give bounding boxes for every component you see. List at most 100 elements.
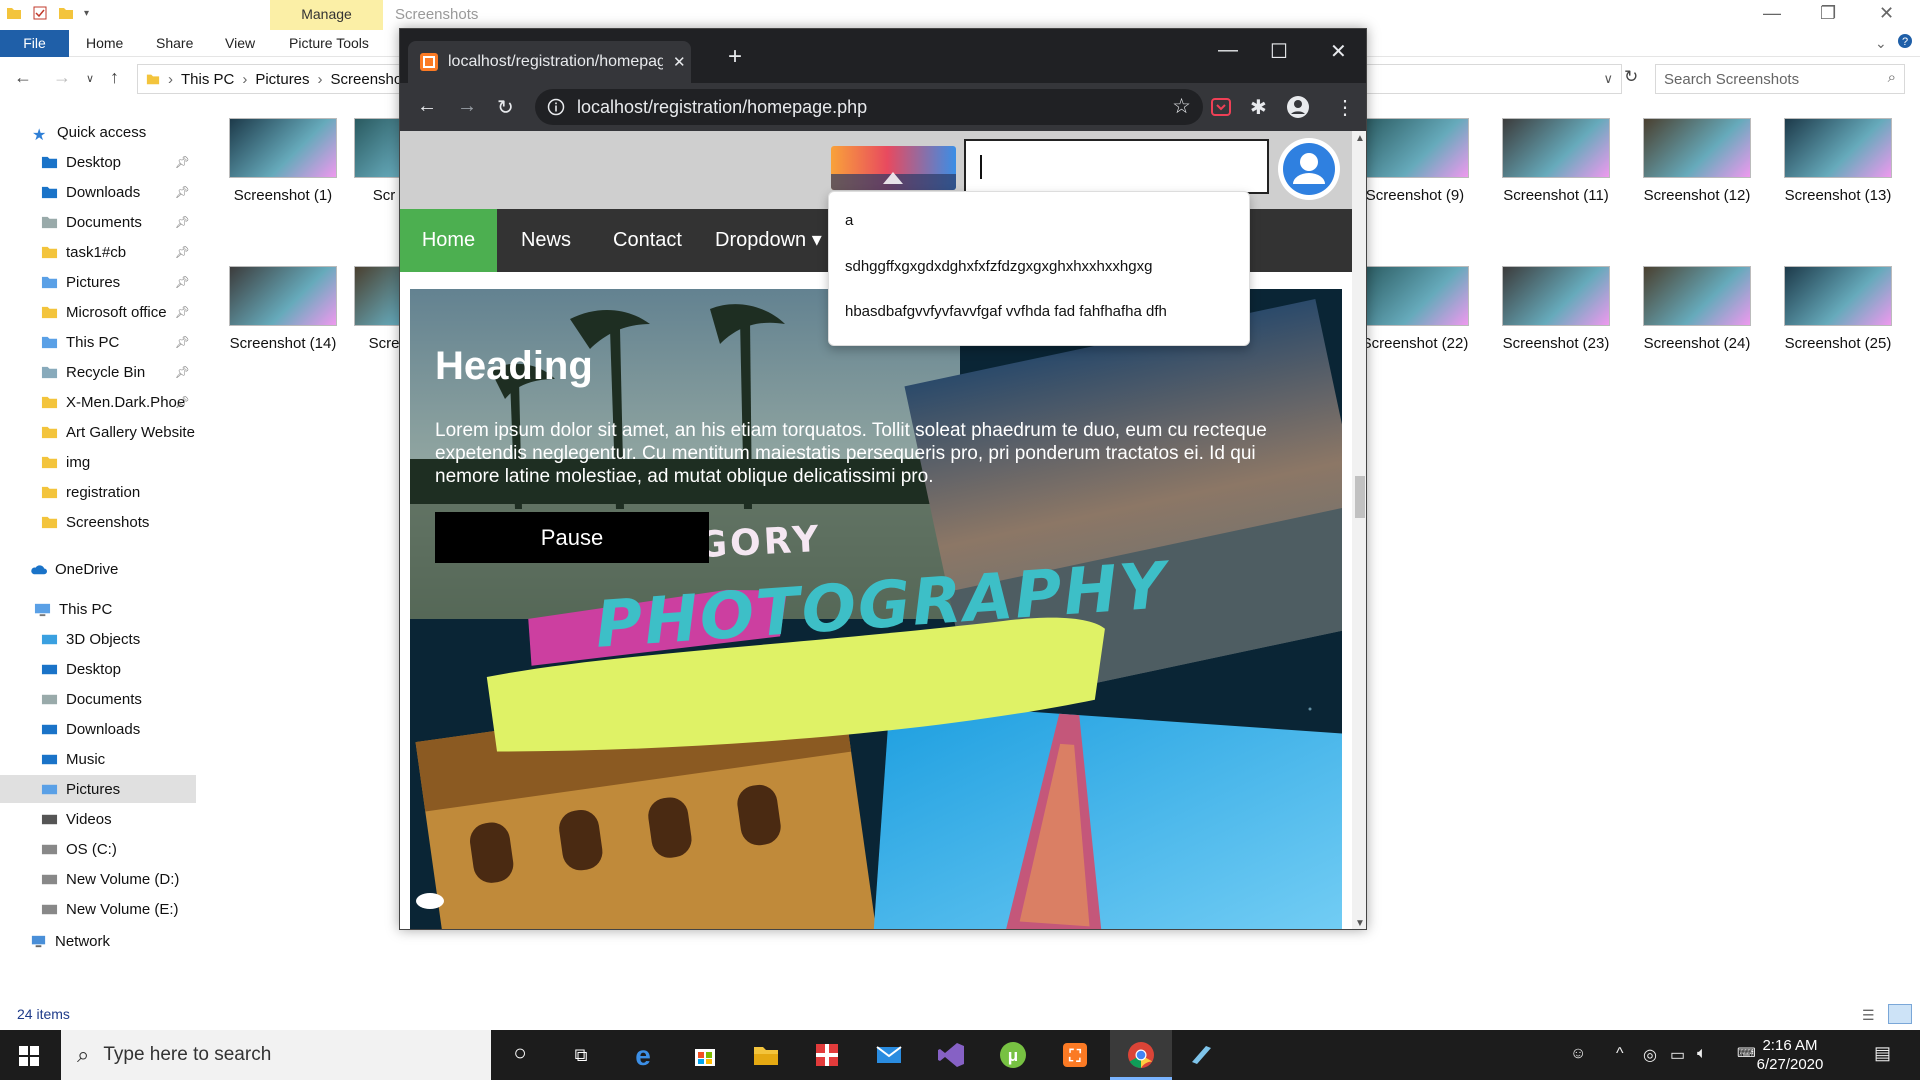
scroll-down-icon[interactable]: ▼ [1355, 918, 1365, 929]
sidebar-item[interactable]: Documents [0, 685, 196, 713]
breadcrumb-screenshots[interactable]: Screensho [331, 71, 403, 88]
sidebar-item[interactable]: Desktop 📌︎ [0, 148, 196, 176]
extensions-puzzle-icon[interactable]: ✱ [1250, 95, 1267, 120]
info-icon[interactable] [547, 98, 565, 116]
sidebar-item[interactable]: Art Gallery Website [0, 418, 196, 446]
sidebar-item[interactable]: New Volume (D:) [0, 865, 196, 893]
pin-icon[interactable]: 📌︎ [175, 155, 190, 169]
pocket-extension-icon[interactable] [1210, 96, 1232, 118]
sidebar-item[interactable]: This PC 📌︎ [0, 328, 196, 356]
sidebar-item[interactable]: Downloads [0, 715, 196, 743]
file-thumbnail[interactable]: Screenshot (24) [1627, 266, 1767, 352]
nav-news[interactable]: News [497, 209, 595, 272]
close-tab-icon[interactable]: ✕ [673, 53, 686, 71]
customize-toolbar-icon[interactable]: ▾ [84, 8, 89, 19]
maximize-icon[interactable]: ☐ [1270, 39, 1288, 64]
edge-icon[interactable]: e [628, 1040, 658, 1070]
file-thumbnail[interactable]: Screenshot (23) [1486, 266, 1626, 352]
sidebar-item[interactable]: Screenshots [0, 508, 196, 536]
details-view-icon[interactable]: ☰ [1862, 1007, 1875, 1024]
sidebar-item[interactable]: Documents 📌︎ [0, 208, 196, 236]
folder-icon[interactable] [6, 5, 22, 21]
scrollbar-thumb[interactable] [1355, 476, 1365, 518]
bookmark-star-icon[interactable]: ☆ [1172, 94, 1191, 119]
ribbon-tab-share[interactable]: Share [156, 35, 193, 51]
sidebar-item[interactable]: New Volume (E:) [0, 895, 196, 923]
breadcrumb-this-pc[interactable]: This PC [181, 71, 234, 88]
pin-icon[interactable]: 📌︎ [175, 305, 190, 319]
sidebar-item[interactable]: task1#cb 📌︎ [0, 238, 196, 266]
utorrent-icon[interactable]: μ [998, 1040, 1028, 1070]
close-icon[interactable]: ✕ [1330, 39, 1347, 64]
sidebar-item[interactable]: Desktop [0, 655, 196, 683]
minimize-icon[interactable]: — [1218, 39, 1238, 62]
ribbon-tab-picture-tools[interactable]: Picture Tools [289, 35, 369, 51]
close-icon[interactable]: ✕ [1879, 3, 1894, 24]
explorer-search-input[interactable]: Search Screenshots ⌕ [1655, 64, 1905, 94]
taskbar-search-input[interactable]: ⌕ Type here to search [61, 1030, 491, 1080]
site-search-input[interactable] [964, 139, 1269, 194]
expand-ribbon-icon[interactable]: ⌄ [1875, 35, 1887, 52]
sidebar-item[interactable]: X-Men.Dark.Phoe 📌︎ [0, 388, 196, 416]
page-scrollbar[interactable]: ▲ ▼ [1352, 131, 1366, 929]
suggestion-item[interactable]: hbasdbafgvvfyvfavvfgaf vvfhda fad fahfha… [845, 303, 1167, 320]
sidebar-onedrive[interactable]: OneDrive [0, 555, 196, 583]
nav-contact[interactable]: Contact [595, 209, 700, 272]
sidebar-item[interactable]: Microsoft office 📌︎ [0, 298, 196, 326]
sidebar-item[interactable]: Recycle Bin 📌︎ [0, 358, 196, 386]
mail-icon[interactable] [874, 1040, 904, 1070]
sidebar-quick-access[interactable]: ★ Quick access [0, 118, 196, 146]
new-tab-icon[interactable]: + [728, 43, 742, 71]
sidebar-item[interactable]: Downloads 📌︎ [0, 178, 196, 206]
site-logo[interactable] [831, 146, 956, 190]
pin-icon[interactable]: 📌︎ [175, 245, 190, 259]
forward-arrow-icon[interactable]: → [53, 67, 71, 88]
reload-icon[interactable]: ↻ [497, 95, 514, 120]
sidebar-item[interactable]: OS (C:) [0, 835, 196, 863]
large-icons-view-icon[interactable] [1888, 1004, 1912, 1024]
sidebar-this-pc[interactable]: This PC [0, 595, 196, 623]
people-icon[interactable]: ☺ [1570, 1045, 1586, 1063]
notepad-icon[interactable] [1186, 1040, 1216, 1070]
suggestion-item[interactable]: a [845, 212, 853, 229]
sidebar-item[interactable]: Music [0, 745, 196, 773]
pin-icon[interactable]: 📌︎ [175, 275, 190, 289]
visual-studio-icon[interactable] [936, 1040, 966, 1070]
browser-tab[interactable]: localhost/registration/homepage ✕ [408, 41, 691, 83]
recent-locations-icon[interactable]: ∨ [86, 72, 94, 85]
file-thumbnail[interactable]: Screenshot (14) [213, 266, 353, 352]
ribbon-tab-file[interactable]: File [0, 30, 69, 57]
minimize-icon[interactable]: — [1763, 3, 1781, 24]
suggestion-item[interactable]: sdhggffxgxgdxdghxfxfzfdzgxgxghxhxxhxxhgx… [845, 258, 1152, 275]
address-dropdown-icon[interactable]: ∨ [1603, 71, 1613, 87]
back-arrow-icon[interactable]: ← [14, 67, 32, 88]
sidebar-item[interactable]: Pictures [0, 775, 196, 803]
pin-icon[interactable]: 📌︎ [175, 335, 190, 349]
cortana-icon[interactable]: ○ [505, 1040, 535, 1070]
pause-button[interactable]: Pause [435, 512, 709, 563]
network-tray-icon[interactable]: ◎ [1643, 1045, 1657, 1065]
task-view-icon[interactable]: ⧉ [566, 1040, 596, 1070]
ribbon-tab-home[interactable]: Home [86, 35, 123, 51]
back-arrow-icon[interactable]: ← [417, 95, 437, 118]
file-thumbnail[interactable]: Screenshot (12) [1627, 118, 1767, 204]
xampp-icon[interactable]: ⛶ [1060, 1040, 1090, 1070]
pin-icon[interactable]: 📌︎ [175, 395, 190, 409]
user-avatar-icon[interactable] [1278, 138, 1340, 200]
gift-app-icon[interactable] [812, 1040, 842, 1070]
help-icon[interactable]: ? [1897, 33, 1913, 49]
sidebar-item[interactable]: 3D Objects [0, 625, 196, 653]
store-icon[interactable] [690, 1040, 720, 1070]
restore-icon[interactable]: ❐ [1820, 3, 1836, 24]
ribbon-tab-view[interactable]: View [225, 35, 255, 51]
volume-icon[interactable]: 🔈︎ [1697, 1045, 1707, 1063]
nav-home[interactable]: Home [400, 209, 497, 272]
windows-start-icon[interactable] [19, 1046, 39, 1066]
pin-icon[interactable]: 📌︎ [175, 185, 190, 199]
up-arrow-icon[interactable]: ↑ [110, 67, 119, 88]
sidebar-network[interactable]: Network [0, 927, 196, 955]
forward-arrow-icon[interactable]: → [457, 95, 477, 118]
battery-icon[interactable]: ▭ [1670, 1045, 1685, 1065]
chrome-taskbar-button[interactable] [1110, 1030, 1172, 1080]
file-thumbnail[interactable]: Screenshot (13) [1768, 118, 1908, 204]
